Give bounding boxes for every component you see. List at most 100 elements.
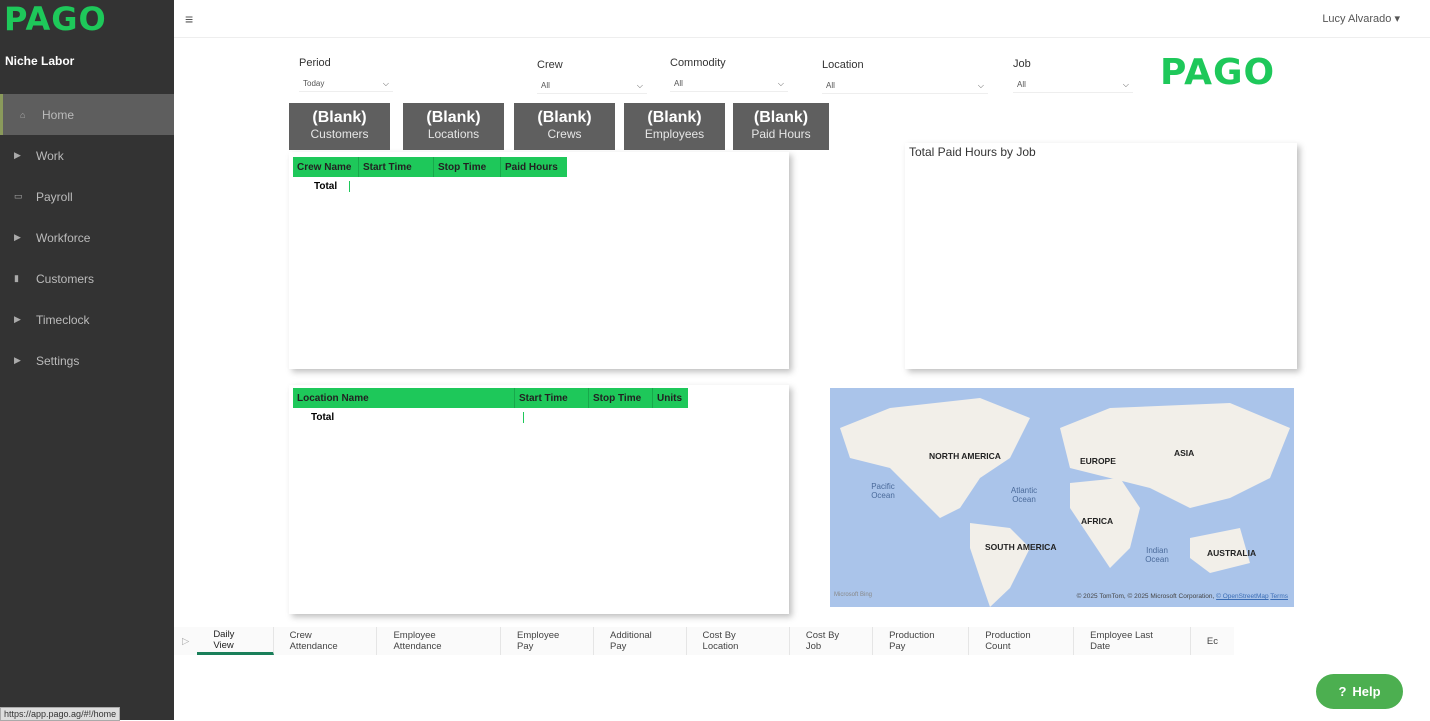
filter-label: Period	[299, 57, 331, 69]
crew-table-total: Total	[314, 181, 351, 192]
kpi-card-crews: (Blank) Crews	[514, 103, 615, 150]
tab-additional-pay[interactable]: Additional Pay	[594, 627, 687, 655]
column-header[interactable]: Location Name	[293, 388, 515, 408]
kpi-label: Locations	[427, 127, 480, 141]
chevron-down-icon: ⌵	[1122, 80, 1129, 89]
dropdown-value: Today	[303, 79, 325, 88]
osm-link[interactable]: © OpenStreetMap	[1216, 593, 1268, 600]
kpi-card-locations: (Blank) Locations	[403, 103, 504, 150]
sidebar-item-label: Timeclock	[36, 312, 90, 327]
crew-table-panel	[289, 152, 789, 369]
sidebar-item-label: Work	[36, 148, 64, 163]
ocean-label: Atlantic Ocean	[1010, 486, 1038, 504]
map-label: ASIA	[1174, 448, 1195, 458]
paid-hours-chart-panel: Total Paid Hours by Job	[905, 143, 1297, 369]
map-label: SOUTH AMERICA	[985, 542, 1057, 552]
dropdown-value: All	[1017, 80, 1026, 89]
kpi-label: Customers	[310, 127, 369, 141]
sidebar-item-label: Workforce	[36, 230, 91, 245]
question-icon: ?	[1338, 684, 1347, 699]
chevron-down-icon: ⌵	[777, 79, 784, 88]
user-menu[interactable]: Lucy Alvarado ▾	[1322, 12, 1400, 25]
column-header[interactable]: Crew Name	[293, 157, 359, 177]
kpi-value: (Blank)	[753, 109, 809, 126]
sidebar-item-settings[interactable]: ▶ Settings	[0, 340, 174, 381]
column-header[interactable]: Start Time	[515, 388, 589, 408]
terms-link[interactable]: Terms	[1270, 593, 1288, 600]
sidebar-item-customers[interactable]: ▮ Customers	[0, 258, 174, 299]
world-map[interactable]: NORTH AMERICA EUROPE ASIA AFRICA SOUTH A…	[830, 388, 1294, 607]
location-dropdown[interactable]: All ⌵	[822, 79, 988, 94]
sidebar-item-label: Payroll	[36, 189, 73, 204]
job-filter: Job All ⌵	[1013, 58, 1133, 93]
column-header[interactable]: Paid Hours	[501, 157, 567, 177]
tab-production-pay[interactable]: Production Pay	[873, 627, 970, 655]
commodity-dropdown[interactable]: All ⌵	[670, 77, 788, 92]
sidebar-item-label: Settings	[36, 353, 80, 368]
map-label: NORTH AMERICA	[929, 451, 1001, 461]
kpi-label: Crews	[547, 127, 582, 141]
location-table-total: Total	[311, 412, 525, 423]
chart-title: Total Paid Hours by Job	[909, 145, 1036, 159]
sidebar-item-work[interactable]: ▶ Work	[0, 135, 174, 176]
map-label: AUSTRALIA	[1207, 548, 1257, 558]
dropdown-value: All	[674, 79, 683, 88]
help-button[interactable]: ? Help	[1316, 674, 1403, 709]
column-header[interactable]: Stop Time	[589, 388, 653, 408]
kpi-value: (Blank)	[312, 109, 367, 126]
tab-cost-by-job[interactable]: Cost By Job	[790, 627, 874, 655]
tab-daily-view[interactable]: Daily View	[197, 627, 274, 655]
kpi-label: Paid Hours	[751, 127, 811, 141]
crew-dropdown[interactable]: All ⌵	[537, 79, 647, 94]
tab-crew-attendance[interactable]: Crew Attendance	[274, 627, 378, 655]
column-header[interactable]: Start Time	[359, 157, 434, 177]
chevron-down-icon: ⌵	[382, 79, 389, 88]
dropdown-value: All	[826, 81, 835, 90]
tab-employee-pay[interactable]: Employee Pay	[501, 627, 595, 655]
sidebar-item-timeclock[interactable]: ▶ Timeclock	[0, 299, 174, 340]
sidebar: PAGO Niche Labor ⌂ Home ▶ Work ▭ Payroll ▶ W…	[0, 0, 174, 720]
sidebar-item-home[interactable]: ⌂ Home	[0, 94, 174, 135]
pago-logo[interactable]: PAGO	[4, 0, 107, 38]
period-filter: Period Today ⌵	[299, 57, 393, 92]
scroll-left-icon[interactable]: ▷	[174, 636, 197, 647]
location-table-header: Location Name Start Time Stop Time Units	[293, 388, 688, 408]
report-tabs: ▷ Daily View Crew Attendance Employee At…	[174, 627, 1234, 655]
filter-label: Job	[1013, 58, 1031, 70]
attribution-text: © 2025 TomTom, © 2025 Microsoft Corporat…	[1076, 593, 1215, 600]
tab-employee-last-date[interactable]: Employee Last Date	[1074, 627, 1191, 655]
kpi-value: (Blank)	[426, 109, 481, 126]
hamburger-menu-icon[interactable]: ≡	[185, 11, 193, 27]
money-icon: ▭	[14, 191, 23, 201]
tab-employee-attendance[interactable]: Employee Attendance	[377, 627, 502, 655]
tab-production-count[interactable]: Production Count	[969, 627, 1075, 655]
commodity-filter: Commodity All ⌵	[670, 57, 788, 92]
caret-right-icon: ▶	[14, 232, 21, 242]
map-label: AFRICA	[1081, 516, 1114, 526]
filter-label: Location	[822, 59, 864, 71]
period-dropdown[interactable]: Today ⌵	[299, 77, 393, 92]
location-filter: Location All ⌵	[822, 59, 988, 94]
kpi-card-paid-hours: (Blank) Paid Hours	[733, 103, 829, 150]
bing-logo: Microsoft Bing	[834, 592, 873, 598]
sidebar-item-payroll[interactable]: ▭ Payroll	[0, 176, 174, 217]
chevron-down-icon: ⌵	[977, 81, 984, 90]
dropdown-value: All	[541, 81, 550, 90]
column-header[interactable]: Units	[653, 388, 688, 408]
column-header[interactable]: Stop Time	[434, 157, 501, 177]
job-dropdown[interactable]: All ⌵	[1013, 78, 1133, 93]
map-attribution: © 2025 TomTom, © 2025 Microsoft Corporat…	[1077, 593, 1288, 600]
sidebar-item-workforce[interactable]: ▶ Workforce	[0, 217, 174, 258]
home-icon: ⌂	[20, 109, 26, 120]
kpi-card-employees: (Blank) Employees	[624, 103, 725, 150]
tab-cost-by-location[interactable]: Cost By Location	[687, 627, 790, 655]
caret-right-icon: ▶	[14, 150, 21, 160]
topbar: ≡ Lucy Alvarado ▾	[174, 0, 1430, 38]
building-icon: ▮	[14, 273, 19, 283]
tab-truncated[interactable]: Ec	[1191, 627, 1234, 655]
sidebar-item-label: Customers	[36, 271, 95, 286]
org-name: Niche Labor	[5, 54, 75, 68]
map-label: EUROPE	[1080, 456, 1116, 466]
ocean-label: Pacific Ocean	[871, 482, 895, 500]
help-label: Help	[1352, 684, 1381, 699]
